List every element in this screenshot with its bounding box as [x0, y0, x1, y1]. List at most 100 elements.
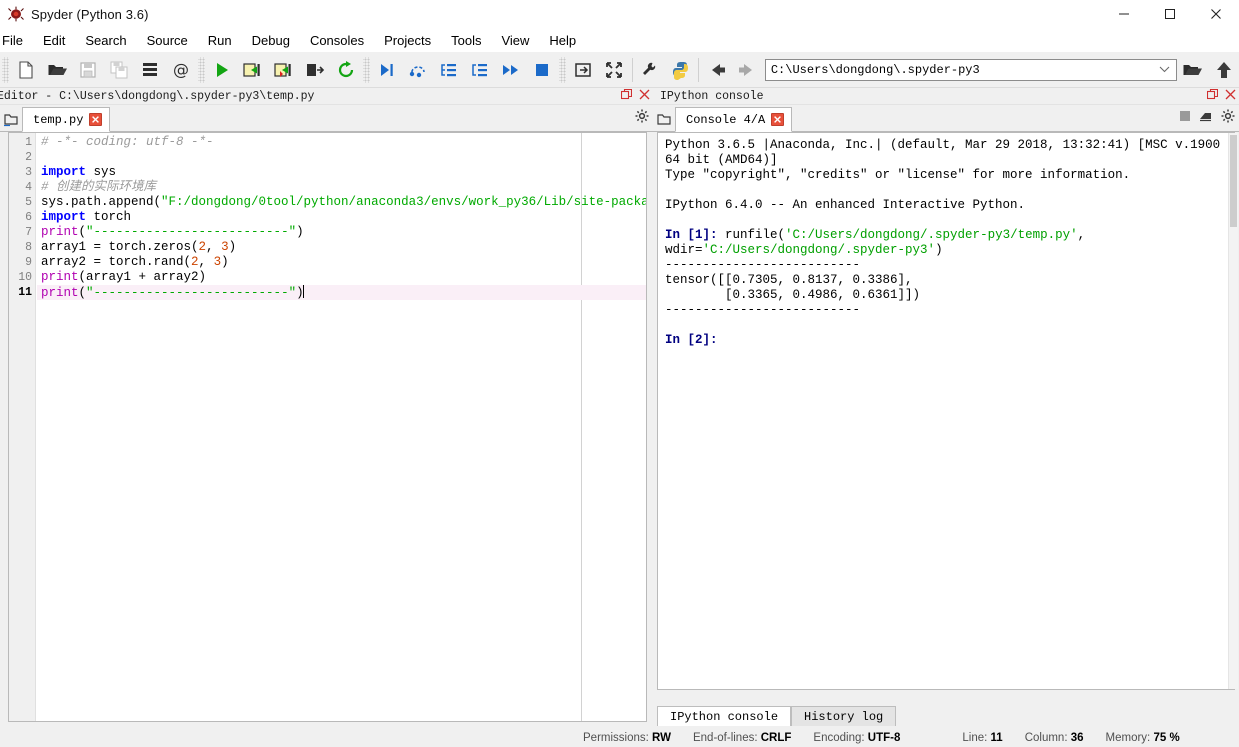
parent-dir-icon[interactable] [1208, 55, 1239, 85]
find-symbol-icon[interactable]: @ [165, 55, 196, 85]
code-token: sys.path.append( [41, 195, 161, 209]
code-line[interactable]: # 创建的实际环境库 [37, 180, 646, 195]
minimize-button[interactable] [1101, 0, 1147, 28]
back-arrow-icon[interactable] [701, 55, 732, 85]
editor-text-area[interactable]: 1234567891011 # -*- coding: utf-8 -*- im… [8, 132, 647, 722]
console-scrollbar[interactable] [1228, 133, 1238, 689]
status-line: Line: 11 [962, 732, 1002, 744]
close-button[interactable] [1193, 0, 1239, 28]
code-line[interactable]: sys.path.append("F:/dongdong/0tool/pytho… [37, 195, 646, 210]
maximize-button[interactable] [1147, 0, 1193, 28]
toolbar-handle-run[interactable] [198, 57, 205, 83]
editor-pane-title-buttons [621, 89, 650, 104]
status-memory-label: Memory: [1106, 732, 1151, 744]
new-file-icon[interactable] [11, 55, 42, 85]
preferences-icon[interactable] [635, 55, 666, 85]
status-permissions-label: Permissions: [583, 732, 649, 744]
status-line-label: Line: [962, 732, 987, 744]
run-cell-advance-icon[interactable] [269, 55, 300, 85]
code-token: 3 [214, 255, 222, 269]
browse-tabs-icon[interactable] [0, 107, 22, 131]
options-gear-icon[interactable] [1221, 109, 1235, 126]
console-line [665, 183, 1228, 198]
browse-tabs-icon[interactable] [653, 107, 675, 131]
remove-all-variables-icon[interactable] [1199, 110, 1213, 125]
code-token: torch [86, 210, 131, 224]
code-line[interactable]: import torch [37, 210, 646, 225]
menu-run[interactable]: Run [198, 31, 242, 50]
editor-tab-label: temp.py [33, 113, 83, 127]
console-tab-console-4a[interactable]: Console 4/A [675, 107, 792, 132]
close-pane-icon[interactable] [1225, 89, 1236, 104]
code-line[interactable]: print("--------------------------") [37, 225, 646, 240]
status-column-value: 36 [1071, 732, 1084, 744]
console-scrollbar-thumb[interactable] [1230, 135, 1237, 227]
debug-continue-icon[interactable] [495, 55, 526, 85]
code-line[interactable]: print("--------------------------") [37, 285, 646, 300]
menu-source[interactable]: Source [137, 31, 198, 50]
undock-icon[interactable] [1207, 89, 1218, 104]
interrupt-kernel-icon[interactable] [1179, 110, 1191, 125]
close-tab-icon[interactable] [771, 113, 784, 126]
save-file-icon[interactable] [73, 55, 104, 85]
save-all-icon[interactable] [103, 55, 134, 85]
tab-history-log[interactable]: History log [791, 706, 896, 726]
code-line[interactable] [37, 150, 646, 165]
line-number: 7 [9, 225, 35, 240]
console-bottom-tabs: IPython console History log [657, 704, 896, 726]
toolbar-handle-file[interactable] [2, 57, 9, 83]
file-switcher-icon[interactable] [134, 55, 165, 85]
console-output[interactable]: Python 3.6.5 |Anaconda, Inc.| (default, … [657, 132, 1235, 690]
rerun-file-icon[interactable] [330, 55, 361, 85]
menu-projects[interactable]: Projects [374, 31, 441, 50]
run-selection-icon[interactable] [299, 55, 330, 85]
toolbar-handle-layout[interactable] [559, 57, 566, 83]
working-directory-text: C:\Users\dongdong\.spyder-py3 [766, 63, 980, 77]
console-token: IPython 6.4.0 -- An enhanced Interactive… [665, 198, 1025, 212]
open-file-icon[interactable] [42, 55, 73, 85]
browse-dir-icon[interactable] [1177, 55, 1208, 85]
forward-arrow-icon[interactable] [732, 55, 763, 85]
debug-step-return-icon[interactable] [464, 55, 495, 85]
code-line[interactable]: array1 = torch.zeros(2, 3) [37, 240, 646, 255]
debug-file-icon[interactable] [372, 55, 403, 85]
close-pane-icon[interactable] [639, 89, 650, 104]
maximize-pane-icon[interactable] [568, 55, 599, 85]
menu-debug[interactable]: Debug [242, 31, 300, 50]
window-title: Spyder (Python 3.6) [31, 7, 149, 22]
code-line[interactable]: print(array1 + array2) [37, 270, 646, 285]
code-line[interactable]: import sys [37, 165, 646, 180]
code-token: sys [86, 165, 116, 179]
menu-help[interactable]: Help [539, 31, 586, 50]
working-directory-input[interactable]: C:\Users\dongdong\.spyder-py3 [765, 59, 1178, 81]
run-file-icon[interactable] [207, 55, 238, 85]
code-token: 2 [199, 240, 207, 254]
options-gear-icon[interactable] [635, 109, 649, 126]
menu-view[interactable]: View [491, 31, 539, 50]
code-token: # 创建的实际环境库 [41, 180, 156, 194]
line-number: 2 [9, 150, 35, 165]
tab-ipython-console[interactable]: IPython console [657, 706, 791, 726]
undock-icon[interactable] [621, 89, 632, 104]
console-line: tensor([[0.7305, 0.8137, 0.3386], [665, 273, 1228, 288]
menu-edit[interactable]: Edit [33, 31, 75, 50]
debug-stop-icon[interactable] [526, 55, 557, 85]
ipython-console-pane: IPython console Consol [653, 88, 1239, 728]
menu-search[interactable]: Search [75, 31, 136, 50]
editor-code[interactable]: # -*- coding: utf-8 -*- import sys# 创建的实… [37, 133, 646, 721]
toolbar-handle-debug[interactable] [363, 57, 370, 83]
run-cell-icon[interactable] [238, 55, 269, 85]
menu-file[interactable]: File [0, 31, 33, 50]
debug-step-into-icon[interactable] [434, 55, 465, 85]
python-path-manager-icon[interactable] [665, 55, 696, 85]
spyder-main-window: Spyder (Python 3.6) File Edit Search Sou… [0, 0, 1239, 747]
code-line[interactable]: array2 = torch.rand(2, 3) [37, 255, 646, 270]
debug-step-over-icon[interactable] [403, 55, 434, 85]
fullscreen-icon[interactable] [599, 55, 630, 85]
editor-tab-temp-py[interactable]: temp.py [22, 107, 110, 132]
close-tab-icon[interactable] [89, 113, 102, 126]
chevron-down-icon[interactable] [1159, 63, 1170, 77]
menu-tools[interactable]: Tools [441, 31, 491, 50]
menu-consoles[interactable]: Consoles [300, 31, 374, 50]
code-line[interactable]: # -*- coding: utf-8 -*- [37, 135, 646, 150]
